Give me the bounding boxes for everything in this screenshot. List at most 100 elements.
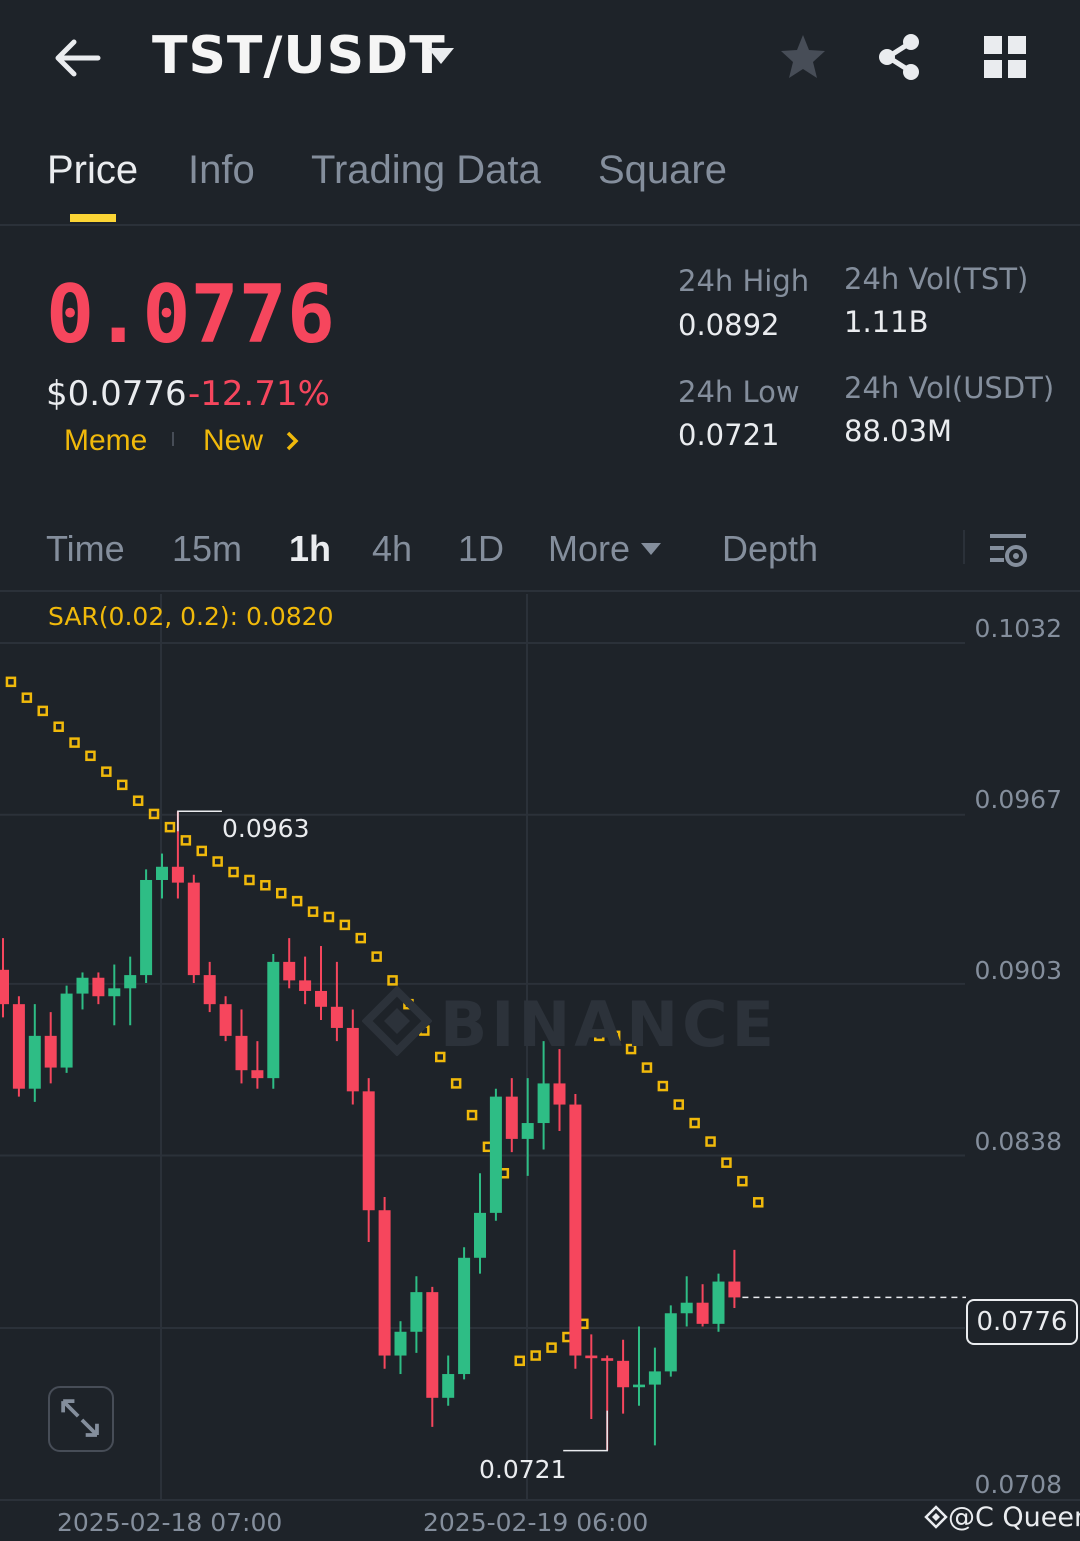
candle-up: [442, 1374, 455, 1398]
candle-down: [171, 866, 184, 883]
stat-24h-high-label: 24h High: [678, 264, 810, 298]
sar-dot: [85, 750, 96, 762]
candle-down: [378, 1210, 391, 1356]
candle-up: [489, 1096, 502, 1213]
candle-down: [601, 1358, 614, 1361]
candle-up: [28, 1035, 41, 1089]
sar-dot: [180, 835, 192, 846]
candle-up: [60, 993, 73, 1068]
candle-down: [251, 1070, 264, 1079]
sar-dot: [69, 737, 80, 748]
candle-down: [569, 1104, 582, 1356]
sar-dot: [530, 1350, 541, 1361]
grid-icon[interactable]: [982, 34, 1028, 80]
interval-1h[interactable]: 1h: [289, 528, 331, 570]
tab-price[interactable]: Price: [47, 148, 138, 193]
back-arrow-icon[interactable]: [48, 30, 104, 86]
candle-down: [219, 1004, 232, 1036]
stat-24h-vol-base-label: 24h Vol(TST): [844, 262, 1029, 296]
sar-dot: [721, 1157, 732, 1168]
candle-down: [187, 882, 200, 976]
candle-down: [235, 1035, 248, 1071]
candle-down: [315, 990, 327, 1007]
candle-up: [537, 1083, 550, 1124]
low-price-marker: 0.0721: [479, 1455, 567, 1484]
sar-dot: [276, 887, 287, 899]
candle-up: [648, 1371, 661, 1385]
sar-dot: [307, 906, 319, 917]
sar-dot: [164, 821, 176, 833]
sar-dot: [5, 676, 17, 688]
tag-meme[interactable]: Meme: [64, 424, 147, 458]
stat-24h-vol-base-value: 1.11B: [844, 305, 929, 339]
star-icon[interactable]: [778, 32, 828, 82]
sar-dot: [450, 1078, 462, 1089]
interval-depth[interactable]: Depth: [722, 528, 818, 570]
caret-down-icon[interactable]: [425, 44, 457, 68]
chart-settings-icon[interactable]: [986, 528, 1030, 572]
x-tick-label: 2025-02-18 07:00: [57, 1508, 283, 1537]
interval-4h[interactable]: 4h: [372, 528, 412, 570]
y-tick-label: 0.0967: [974, 785, 1062, 814]
sar-dot: [466, 1109, 478, 1121]
stat-24h-high-value: 0.0892: [678, 308, 780, 342]
candle-down: [92, 977, 105, 997]
sar-dot: [132, 795, 144, 806]
tag-new[interactable]: New: [203, 424, 263, 458]
x-tick-label: 2025-02-19 06:00: [423, 1508, 649, 1537]
sar-dot: [37, 705, 48, 717]
sar-dot: [53, 721, 64, 733]
interval-15m[interactable]: 15m: [172, 528, 242, 570]
stat-24h-low-label: 24h Low: [678, 375, 800, 409]
sar-dot: [657, 1080, 669, 1092]
candle-up: [664, 1313, 677, 1372]
candle-up: [458, 1257, 471, 1375]
candle-up: [680, 1302, 693, 1314]
sar-dot: [339, 919, 351, 931]
sar-dot: [117, 779, 128, 791]
candle-down: [330, 1006, 343, 1028]
candle-down: [12, 1004, 25, 1089]
usd-price: $0.0776: [46, 374, 187, 414]
sar-dot: [737, 1175, 748, 1187]
y-tick-label: 0.0838: [974, 1127, 1062, 1156]
expand-icon: [61, 1399, 99, 1437]
stat-24h-vol-quote-label: 24h Vol(USDT): [844, 371, 1055, 405]
fullscreen-button[interactable]: [48, 1386, 114, 1452]
candle-down: [585, 1355, 598, 1359]
interval-divider: [963, 530, 965, 564]
price-chart[interactable]: [0, 594, 1080, 1541]
binance-diamond-icon: [924, 1505, 948, 1529]
sar-dot: [673, 1099, 684, 1110]
candle-up: [712, 1281, 725, 1324]
interval-1d[interactable]: 1D: [458, 528, 504, 570]
tab-square[interactable]: Square: [598, 148, 727, 193]
candle-down: [426, 1292, 439, 1398]
sar-dot: [546, 1342, 557, 1353]
candle-up: [394, 1331, 407, 1356]
sar-dot: [244, 874, 255, 886]
y-tick-label: 0.0903: [974, 956, 1062, 985]
tab-trading-data[interactable]: Trading Data: [311, 148, 541, 193]
sar-dot: [291, 895, 303, 907]
interval-bar: Time 15m 1h 4h 1D More Depth: [0, 510, 1080, 592]
interval-more[interactable]: More: [548, 528, 630, 570]
y-tick-label: 0.1032: [974, 614, 1062, 643]
sar-indicator-label: SAR(0.02, 0.2): 0.0820: [48, 602, 334, 631]
caret-down-icon[interactable]: [640, 542, 662, 556]
chevron-right-icon[interactable]: [284, 430, 300, 452]
main-tabs: Price Info Trading Data Square: [0, 140, 1080, 226]
sar-dot: [514, 1355, 525, 1367]
candle-up: [410, 1292, 423, 1332]
share-icon[interactable]: [874, 32, 924, 82]
candle-up: [140, 879, 153, 976]
interval-time[interactable]: Time: [46, 528, 125, 570]
last-price-marker: 0.0776: [966, 1299, 1078, 1345]
sar-dot: [323, 911, 335, 923]
pair-title[interactable]: TST/USDT: [152, 26, 446, 86]
sar-dot: [228, 866, 239, 878]
candle-down: [283, 961, 296, 981]
tab-info[interactable]: Info: [188, 148, 255, 193]
sar-dot: [212, 856, 223, 867]
candle-down: [728, 1281, 741, 1298]
